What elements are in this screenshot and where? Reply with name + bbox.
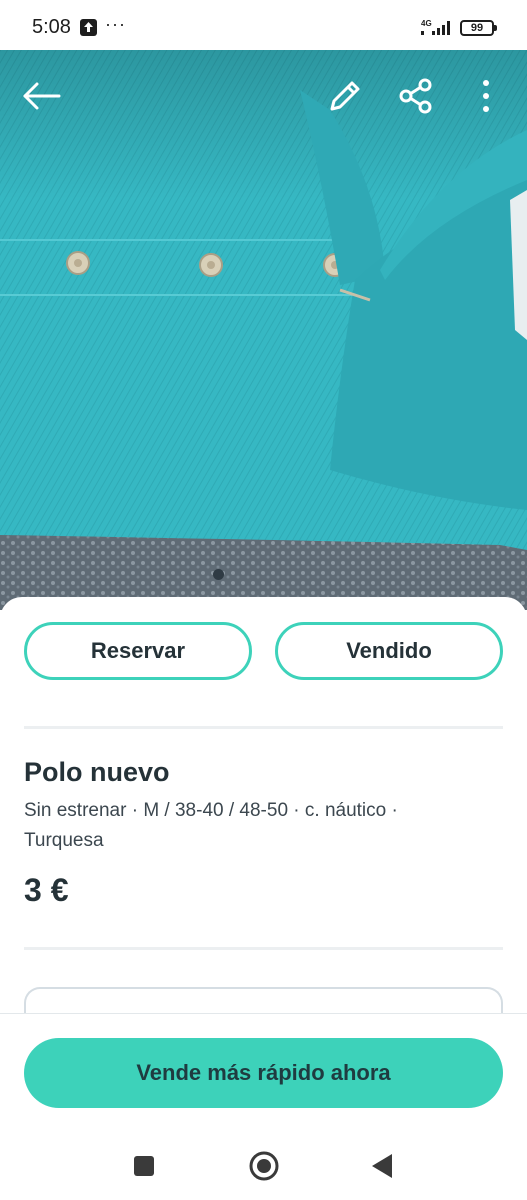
network-type-label: 4G — [421, 19, 432, 28]
divider — [24, 726, 503, 729]
pencil-icon[interactable] — [323, 74, 367, 118]
product-photo[interactable] — [0, 50, 527, 610]
product-price: 3 € — [24, 872, 69, 908]
system-navigation-bar — [0, 1130, 527, 1200]
signal-icon: 4G — [419, 18, 455, 38]
status-time: 5:08 — [32, 16, 71, 38]
home-circle-icon[interactable] — [246, 1148, 282, 1184]
carousel-indicator-dot — [213, 569, 224, 580]
share-icon[interactable] — [394, 74, 438, 118]
reserve-button[interactable]: Reservar — [24, 622, 252, 680]
status-bar: 5:08 ··· 4G 99 — [0, 0, 527, 50]
sold-button[interactable]: Vendido — [275, 622, 503, 680]
upload-notification-icon — [80, 19, 97, 36]
bottom-action-bar: Vende más rápido ahora — [0, 1013, 527, 1130]
sell-faster-button[interactable]: Vende más rápido ahora — [24, 1038, 503, 1108]
more-notifications-indicator: ··· — [105, 14, 126, 34]
more-vertical-icon[interactable] — [464, 74, 508, 118]
recents-square-icon[interactable] — [126, 1148, 162, 1184]
product-attributes: Sin estrenar · M / 38-40 / 48-50 · c. ná… — [24, 800, 398, 851]
divider — [24, 947, 503, 950]
battery-icon: 99 — [460, 20, 497, 36]
back-triangle-icon[interactable] — [364, 1148, 400, 1184]
product-title: Polo nuevo — [24, 757, 170, 787]
back-arrow-icon[interactable] — [19, 74, 63, 118]
polo-shirt-image — [0, 50, 527, 610]
product-detail-sheet: Reservar Vendido Polo nuevo Sin estrenar… — [0, 597, 527, 1027]
